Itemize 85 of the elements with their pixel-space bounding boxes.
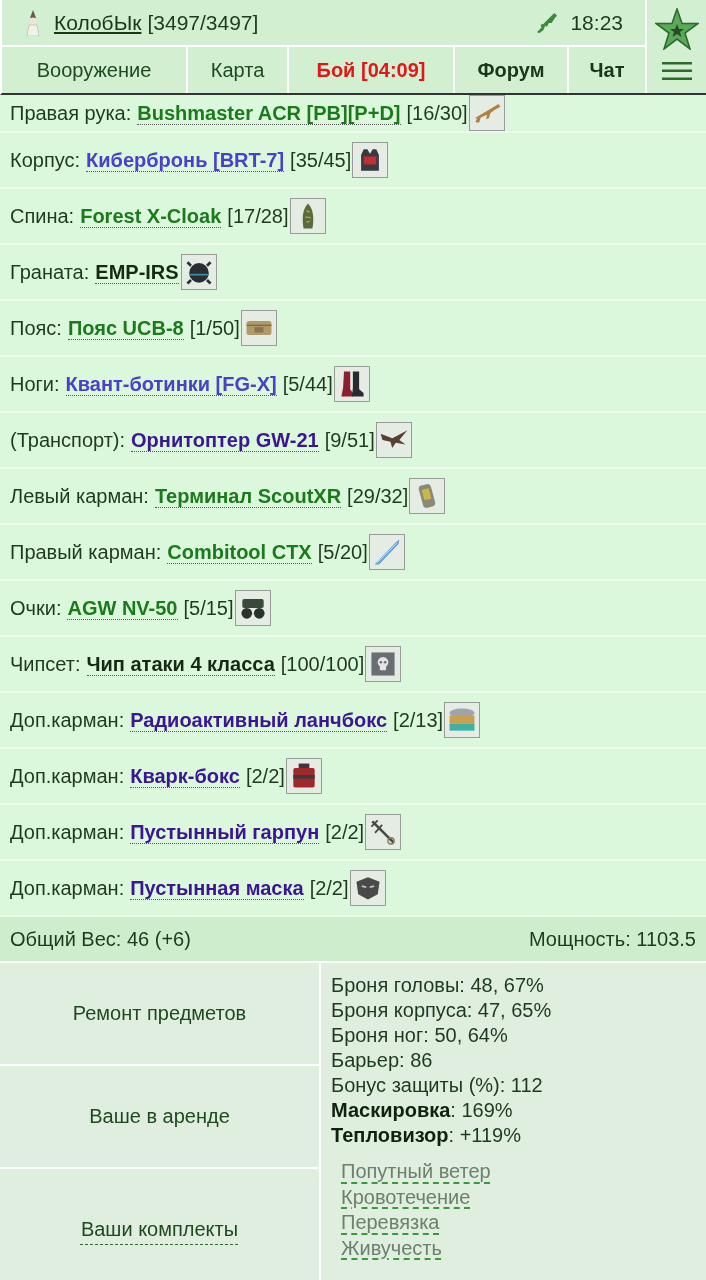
item-link[interactable]: Forest X-Cloak [80, 204, 222, 228]
slot-label: Ноги: [10, 372, 60, 396]
item-link[interactable]: Орнитоптер GW-21 [131, 428, 319, 452]
item-link[interactable]: Кварк-бокс [130, 764, 240, 788]
slot-label: Правая рука: [10, 101, 132, 125]
slot-label: Правый карман: [10, 540, 162, 564]
nav-tab[interactable]: Чат [567, 47, 645, 93]
item-link[interactable]: EMP-IRS [95, 260, 179, 284]
stat-line: Броня ног: 50, 64% [331, 1023, 509, 1048]
vest-icon[interactable] [352, 142, 389, 178]
slot-label: Пояс: [10, 316, 62, 340]
action-button[interactable]: Ваше в аренде [0, 1066, 319, 1167]
skull-chip-icon[interactable] [365, 646, 402, 682]
slot-label: (Транспорт): [10, 428, 126, 452]
player-name-link[interactable]: КолобЫк [54, 10, 142, 35]
goggles-icon[interactable] [234, 590, 271, 626]
nav-tab[interactable]: Карта [186, 47, 287, 93]
durability-text: [17/28] [227, 204, 289, 228]
stat-line: Броня корпуса: 47, 65% [331, 998, 553, 1023]
action-button[interactable]: Ремонт предметов [0, 963, 319, 1064]
bird-icon[interactable] [375, 422, 412, 458]
star-icon[interactable] [654, 8, 699, 50]
item-link[interactable]: Пояс UCB-8 [67, 316, 184, 340]
stat-line: Маскировка: 169% [331, 1098, 514, 1123]
durability-text: [35/45] [290, 148, 352, 172]
slot-label: Корпус: [10, 148, 81, 172]
slot-label: Доп.карман: [10, 764, 125, 788]
effect-link[interactable]: Кровотечение [341, 1184, 471, 1210]
item-link[interactable]: Пустынная маска [130, 876, 304, 900]
durability-text: [16/30] [406, 101, 468, 125]
effect-link[interactable]: Попутный ветер [341, 1159, 491, 1185]
durability-text: [2/13] [393, 708, 444, 732]
effect-link[interactable]: Живучесть [341, 1235, 442, 1261]
weight-text: Общий Вес: 46 (+6) [10, 927, 191, 951]
item-link[interactable]: Квант-ботинки [FG-X] [65, 372, 277, 396]
menu-icon[interactable] [661, 62, 692, 80]
durability-text: [5/20] [317, 540, 368, 564]
slot-label: Спина: [10, 204, 75, 228]
cloak-icon[interactable] [289, 198, 326, 234]
slot-label: Граната: [10, 260, 90, 284]
boots-icon[interactable] [333, 366, 370, 402]
slot-label: Очки: [10, 596, 62, 620]
durability-text: [2/2] [325, 820, 365, 844]
grenade-icon[interactable] [180, 254, 217, 290]
action-button[interactable]: Ваши комплекты [0, 1169, 319, 1280]
durability-text: [5/15] [183, 596, 234, 620]
effect-link[interactable]: Перевязка [341, 1210, 440, 1236]
durability-text: [5/44] [282, 372, 333, 396]
stat-line: Броня головы: 48, 67% [331, 973, 545, 998]
item-link[interactable]: Терминал ScoutXR [154, 484, 342, 508]
harpoon-icon[interactable] [365, 814, 402, 850]
stat-line: Тепловизор: +119% [331, 1123, 523, 1148]
rifle-icon[interactable] [468, 95, 505, 131]
durability-text: [29/32] [347, 484, 409, 508]
slot-label: Доп.карман: [10, 708, 125, 732]
item-link[interactable]: Кибербронь [BRT-7] [86, 148, 285, 172]
durability-text: [1/50] [189, 316, 240, 340]
nav-tab[interactable]: Вооружение [2, 47, 186, 93]
rifle-icon [536, 10, 559, 35]
item-link[interactable]: Радиоактивный ланчбокс [130, 708, 388, 732]
avatar-icon [25, 9, 41, 36]
slot-label: Доп.карман: [10, 876, 125, 900]
mask-icon[interactable] [349, 870, 386, 906]
health-text: [3497/3497] [147, 10, 259, 35]
slot-label: Доп.карман: [10, 820, 125, 844]
clock-text: 18:23 [570, 10, 623, 35]
durability-text: [2/2] [309, 876, 349, 900]
pouch-icon[interactable] [240, 310, 277, 346]
stat-line: Бонус защиты (%): 112 [331, 1073, 544, 1098]
slot-label: Чипсет: [10, 652, 81, 676]
durability-text: [2/2] [245, 764, 285, 788]
slot-label: Левый карман: [10, 484, 149, 508]
durability-text: [100/100] [280, 652, 365, 676]
power-text: Мощность: 1103.5 [529, 927, 696, 951]
stat-line: Барьер: 86 [331, 1048, 434, 1073]
device-icon[interactable] [409, 478, 446, 514]
item-link[interactable]: Bushmaster ACR [PB][P+D] [137, 101, 401, 125]
nav-tab[interactable]: Бой [04:09] [287, 47, 453, 93]
item-link[interactable]: Пустынный гарпун [130, 820, 320, 844]
item-link[interactable]: Чип атаки 4 класса [86, 652, 275, 676]
item-link[interactable]: AGW NV-50 [67, 596, 178, 620]
item-link[interactable]: Combitool CTX [167, 540, 312, 564]
durability-text: [9/51] [324, 428, 375, 452]
box-icon[interactable] [285, 758, 322, 794]
nav-tab[interactable]: Форум [453, 47, 567, 93]
